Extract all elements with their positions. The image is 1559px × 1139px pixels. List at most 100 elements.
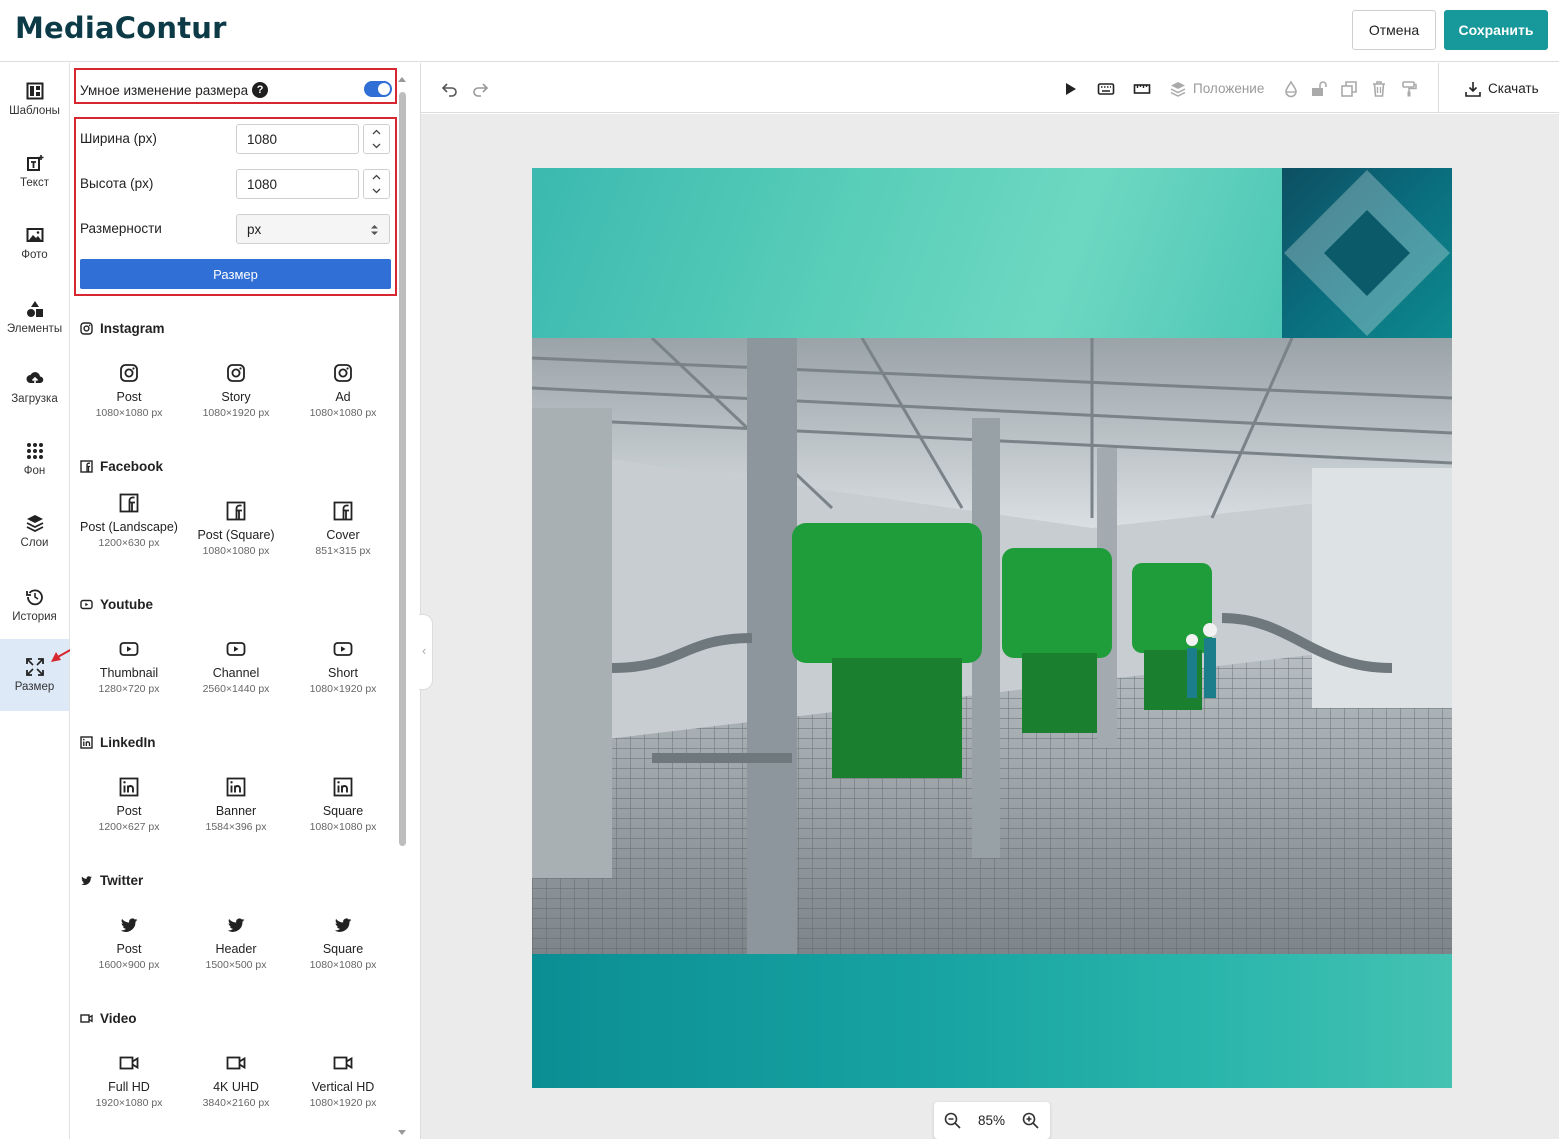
rail-item-history[interactable]: История [0,569,69,641]
preset-size: 1080×1080 px [309,821,377,833]
rail-item-background[interactable]: Фон [0,423,69,495]
facebook-icon [119,493,139,513]
width-input[interactable]: 1080 [236,124,359,154]
position-layers-icon[interactable] [1169,80,1187,98]
preset-video-full-hd[interactable]: Full HD 1920×1080 px [79,1053,179,1111]
preset-facebook-post-square[interactable]: Post (Square) 1080×1080 px [186,501,286,559]
section-title: Instagram [100,321,165,336]
rail-item-text[interactable]: Текст [0,135,69,207]
section-title: Facebook [100,459,164,474]
rail-item-templates[interactable]: Шаблоны [0,63,69,135]
section-title: Video [100,1011,137,1026]
rail-item-elements[interactable]: Элементы [0,281,69,353]
preset-instagram-post[interactable]: Post 1080×1080 px [79,363,179,421]
scroll-down-arrow[interactable] [398,1130,406,1135]
duplicate-icon[interactable] [1340,80,1358,98]
preset-facebook-cover[interactable]: Cover 851×315 px [293,501,393,559]
design-canvas[interactable] [532,168,1452,1088]
chevron-up-icon[interactable] [372,173,381,182]
scrollbar-thumb[interactable] [399,92,406,846]
preset-twitter-square[interactable]: Square 1080×1080 px [293,915,393,973]
cancel-button[interactable]: Отмена [1352,10,1436,50]
units-select[interactable]: px [236,214,390,244]
opacity-drop-icon[interactable] [1282,80,1300,98]
trash-icon[interactable] [1370,80,1388,98]
toolbar-separator [1438,63,1439,113]
preset-name: Ad [335,390,351,404]
collapse-panel-handle[interactable] [419,614,433,690]
chevron-down-icon[interactable] [372,186,381,195]
section-title: Youtube [100,597,153,612]
preset-facebook-post-landscape[interactable]: Post (Landscape) 1200×630 px [79,493,179,551]
download-button[interactable]: Скачать [1488,81,1539,96]
industrial-hall-photo[interactable] [532,338,1452,954]
twitter-icon [120,918,138,932]
preset-video-4k-uhd[interactable]: 4K UHD 3840×2160 px [186,1053,286,1111]
facebook-icon [333,501,353,521]
zoom-control: 85% [934,1102,1050,1139]
smart-resize-toggle[interactable] [364,81,392,97]
diamond-logo-icon [1284,170,1450,336]
rail-label: Загрузка [11,392,58,405]
ruler-icon[interactable] [1133,80,1151,98]
preset-size: 1200×630 px [98,537,160,549]
redo-icon[interactable] [471,80,489,98]
preset-youtube-short[interactable]: Short 1080×1920 px [293,639,393,697]
position-label[interactable]: Положение [1193,81,1264,96]
video-icon [119,1056,139,1070]
preset-linkedin-post[interactable]: Post 1200×627 px [79,777,179,835]
preset-name: Vertical HD [311,1080,375,1094]
preset-name: Short [328,666,358,680]
lock-open-icon[interactable] [1310,80,1328,98]
linkedin-icon [226,777,246,797]
preset-instagram-story[interactable]: Story 1080×1920 px [186,363,286,421]
chevron-up-icon[interactable] [372,128,381,137]
undo-icon[interactable] [441,80,459,98]
linkedin-icon [333,777,353,797]
apply-size-button[interactable]: Размер [80,259,391,289]
resize-icon [25,657,44,676]
instagram-icon [334,364,352,382]
keyboard-icon[interactable] [1097,80,1115,98]
preset-twitter-header[interactable]: Header 1500×500 px [186,915,286,973]
chevron-down-icon[interactable] [372,141,381,150]
preset-size: 1500×500 px [205,959,267,971]
bottom-color-band[interactable] [532,954,1452,1088]
app-logo: MediaContur [15,11,227,45]
smart-resize-row: Умное изменение размера ? [80,82,269,98]
scroll-up-arrow[interactable] [398,77,406,82]
height-stepper[interactable] [363,169,390,199]
zoom-out-icon[interactable] [944,1112,961,1129]
zoom-in-icon[interactable] [1022,1112,1039,1129]
rail-item-layers[interactable]: Слои [0,495,69,567]
twitter-icon [81,876,92,886]
preset-size: 1080×1920 px [309,683,377,695]
video-icon [226,1056,246,1070]
preset-twitter-post[interactable]: Post 1600×900 px [79,915,179,973]
help-icon[interactable]: ? [252,82,269,98]
video-icon [80,1014,93,1023]
preset-video-vertical-hd[interactable]: Vertical HD 1080×1920 px [293,1053,393,1111]
preset-size: 1080×1920 px [202,407,270,419]
format-painter-icon[interactable] [1400,80,1418,98]
section-video: Video [80,1011,137,1026]
download-icon[interactable] [1464,80,1482,98]
rail-item-photo[interactable]: Фото [0,207,69,279]
preset-linkedin-square[interactable]: Square 1080×1080 px [293,777,393,835]
rail-item-upload[interactable]: Загрузка [0,351,69,423]
play-icon[interactable] [1061,80,1079,98]
preset-linkedin-banner[interactable]: Banner 1584×396 px [186,777,286,835]
preset-size: 2560×1440 px [202,683,270,695]
width-stepper[interactable] [363,124,390,154]
brand-logo-block[interactable] [1282,168,1452,338]
top-color-band[interactable] [532,168,1282,338]
preset-instagram-ad[interactable]: Ad 1080×1080 px [293,363,393,421]
section-title: LinkedIn [100,735,156,750]
facebook-icon [80,460,93,473]
instagram-icon [80,322,93,335]
save-button[interactable]: Сохранить [1444,10,1548,50]
height-input[interactable]: 1080 [236,169,359,199]
preset-youtube-channel[interactable]: Channel 2560×1440 px [186,639,286,697]
preset-name: Square [322,804,364,818]
preset-youtube-thumbnail[interactable]: Thumbnail 1280×720 px [79,639,179,697]
